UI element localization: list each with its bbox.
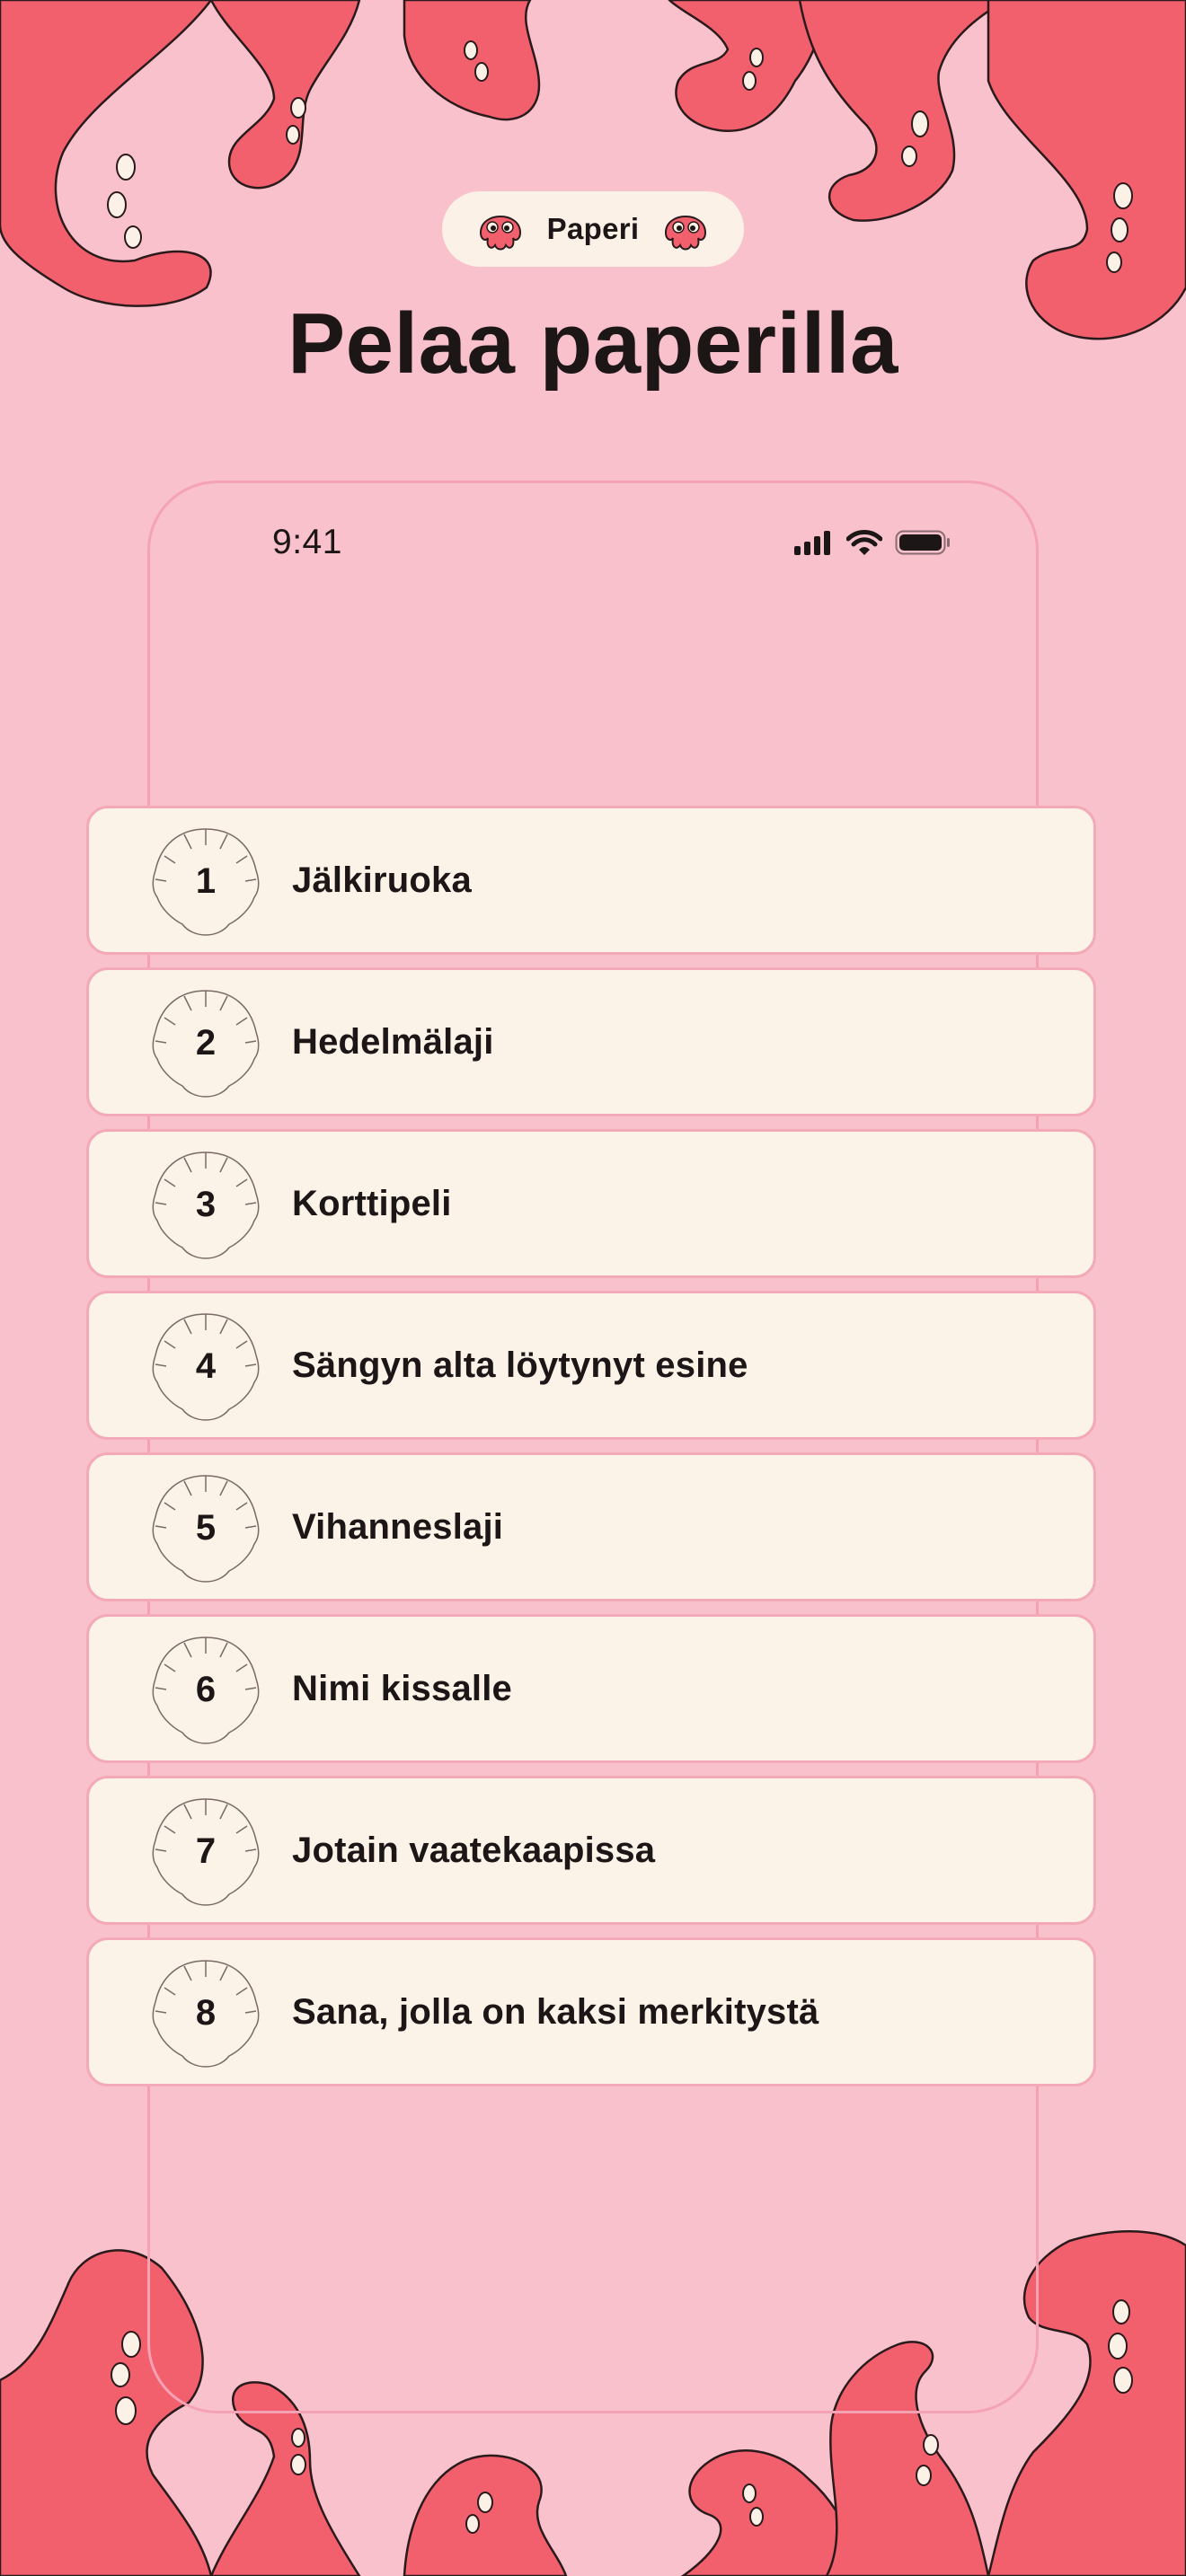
octopus-icon — [474, 202, 527, 256]
item-label: Jotain vaatekaapissa — [292, 1830, 656, 1870]
item-number: 7 — [195, 1831, 217, 1871]
item-number: 5 — [195, 1507, 217, 1548]
list-item[interactable]: 1 Jälkiruoka — [86, 806, 1096, 955]
item-label: Hedelmälaji — [292, 1021, 494, 1062]
item-label: Sana, jolla on kaksi merkitystä — [292, 1991, 819, 2032]
item-number: 3 — [195, 1184, 217, 1224]
status-icons — [794, 530, 951, 555]
signal-icon — [794, 530, 834, 555]
item-number: 8 — [195, 1992, 217, 2033]
item-label: Nimi kissalle — [292, 1668, 512, 1708]
battery-icon — [895, 530, 951, 555]
octopus-icon — [659, 202, 712, 256]
wifi-icon — [846, 530, 882, 555]
list-item[interactable]: 2 Hedelmälaji — [86, 967, 1096, 1116]
item-label: Vihanneslaji — [292, 1506, 504, 1547]
item-label: Jälkiruoka — [292, 860, 472, 900]
badge-label: Paperi — [546, 212, 640, 245]
item-label: Korttipeli — [292, 1183, 452, 1223]
page-title: Pelaa paperilla — [288, 296, 898, 392]
item-number: 6 — [195, 1669, 217, 1709]
list-item[interactable]: 6 Nimi kissalle — [86, 1614, 1096, 1763]
status-time: 9:41 — [272, 523, 342, 561]
item-number: 2 — [195, 1022, 217, 1063]
item-label: Sängyn alta löytynyt esine — [292, 1345, 748, 1385]
item-number: 1 — [195, 860, 217, 901]
list-item[interactable]: 5 Vihanneslaji — [86, 1452, 1096, 1601]
prompt-list: 1 Jälkiruoka 2 Hedelmälaji 3 Korttipeli … — [86, 806, 1096, 2099]
list-item[interactable]: 8 Sana, jolla on kaksi merkitystä — [86, 1937, 1096, 2086]
list-item[interactable]: 3 Korttipeli — [86, 1129, 1096, 1278]
list-item[interactable]: 4 Sängyn alta löytynyt esine — [86, 1291, 1096, 1440]
list-item[interactable]: 7 Jotain vaatekaapissa — [86, 1776, 1096, 1925]
paper-mode-badge: Paperi — [442, 191, 744, 267]
item-number: 4 — [195, 1345, 217, 1386]
